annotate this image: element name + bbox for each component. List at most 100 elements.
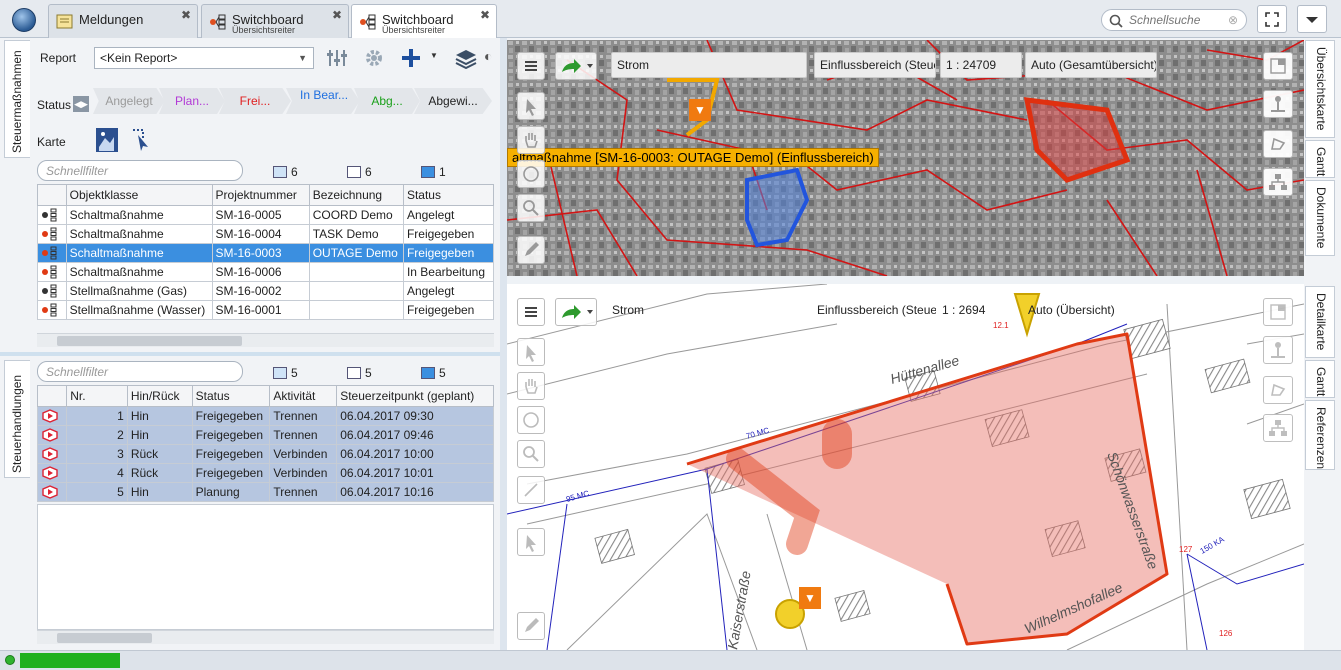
draw-tool-button[interactable] bbox=[517, 612, 545, 640]
table-row[interactable]: Stellmaßnahme (Wasser) SM-16-0001 Freigege… bbox=[37, 300, 495, 320]
column-header[interactable]: Hin/Rück bbox=[126, 385, 193, 407]
side-tab-gantt[interactable]: Gantt bbox=[1305, 360, 1335, 398]
menu-button[interactable] bbox=[517, 52, 545, 80]
column-header[interactable]: Projektnummer bbox=[211, 184, 310, 206]
polygon-button[interactable] bbox=[1263, 376, 1293, 404]
chevron-down-icon[interactable]: ▼ bbox=[430, 51, 438, 60]
polygon-button[interactable] bbox=[1263, 130, 1293, 158]
status-step[interactable]: Frei... bbox=[219, 88, 291, 114]
select-tool-button[interactable] bbox=[517, 92, 545, 120]
detail-map[interactable]: Hüttenallee Schönwasserstraße Wilhelmsho… bbox=[507, 284, 1304, 650]
horizontal-scrollbar[interactable] bbox=[37, 630, 494, 644]
map-frame-button[interactable] bbox=[1263, 52, 1293, 80]
share-button[interactable] bbox=[555, 52, 597, 80]
draw-tool-button[interactable] bbox=[517, 236, 545, 264]
quick-search[interactable]: ⊗ bbox=[1101, 9, 1247, 31]
horizontal-scrollbar[interactable] bbox=[37, 333, 494, 347]
close-icon[interactable]: ✖ bbox=[181, 8, 191, 22]
vtab-steuermassnahmen[interactable]: Steuermaßnahmen bbox=[4, 40, 30, 158]
close-icon[interactable]: ✖ bbox=[480, 8, 490, 22]
vertical-splitter[interactable] bbox=[500, 38, 507, 650]
status-toggle-icon[interactable]: ◀▶ bbox=[73, 96, 89, 112]
table-row[interactable]: Stellmaßnahme (Gas) SM-16-0002 Angelegt bbox=[37, 281, 495, 301]
select-tool-button[interactable] bbox=[517, 338, 545, 366]
status-step[interactable]: Abg... bbox=[354, 88, 420, 114]
status-step[interactable]: Abgewi... bbox=[414, 88, 492, 114]
gear-icon[interactable] bbox=[364, 48, 384, 68]
clear-icon[interactable]: ⊗ bbox=[1228, 13, 1238, 27]
column-header[interactable]: Steuerzeitpunkt (geplant) bbox=[336, 385, 494, 407]
table-row[interactable]: 4 Rück Freigegeben Verbinden 06.04.2017 10:0… bbox=[36, 463, 494, 483]
table-row[interactable]: 5 Hin Planung Trennen 06.04.2017 10:16 bbox=[36, 482, 494, 502]
count-filtered[interactable]: 6 bbox=[347, 165, 372, 179]
scale-field[interactable]: 1 : 24709 bbox=[940, 52, 1022, 78]
rotate-tool-button[interactable] bbox=[517, 406, 545, 434]
status-step[interactable]: Angelegt bbox=[93, 88, 165, 114]
scale-field[interactable]: 1 : 2694 bbox=[937, 298, 1019, 324]
app-logo-icon[interactable] bbox=[12, 8, 36, 32]
map-view-icon[interactable] bbox=[95, 127, 119, 153]
pin-button[interactable] bbox=[1263, 336, 1293, 364]
table-row[interactable]: 1 Hin Freigegeben Trennen 06.04.2017 09:30 bbox=[36, 406, 494, 426]
marker-icon[interactable]: ▼ bbox=[689, 99, 711, 121]
mode-field[interactable]: Einflussbereich (Steue bbox=[814, 52, 936, 78]
more-icon[interactable]: ◐ bbox=[484, 48, 492, 64]
count-filtered[interactable]: 5 bbox=[347, 366, 372, 380]
table-row[interactable]: Schaltmaßnahme SM-16-0005 COORD Demo Angele… bbox=[37, 205, 495, 225]
add-icon[interactable] bbox=[400, 47, 422, 69]
column-header[interactable]: Objektklasse bbox=[65, 184, 213, 206]
side-tab-detail-map[interactable]: Detailkarte bbox=[1305, 286, 1335, 358]
quick-filter-2[interactable]: Schnellfilter bbox=[37, 361, 243, 382]
zoom-field[interactable]: Auto (Übersicht) bbox=[1023, 298, 1155, 324]
zoom-field[interactable]: Auto (Gesamtübersicht) bbox=[1025, 52, 1157, 78]
marker-icon[interactable]: ▼ bbox=[799, 587, 821, 609]
column-header[interactable]: Aktivität bbox=[269, 385, 338, 407]
close-icon[interactable]: ✖ bbox=[332, 8, 342, 22]
menu-button[interactable] bbox=[517, 298, 545, 326]
map-frame-button[interactable] bbox=[1263, 298, 1293, 326]
column-header[interactable]: Bezeichnung bbox=[308, 184, 404, 206]
info-tool-button[interactable] bbox=[517, 528, 545, 556]
side-tab-dokumente[interactable]: Dokumente bbox=[1305, 180, 1335, 256]
column-header[interactable]: Status bbox=[402, 184, 495, 206]
network-button[interactable] bbox=[1263, 168, 1293, 196]
side-tab-gantt[interactable]: Gantt bbox=[1305, 140, 1335, 178]
pin-button[interactable] bbox=[1263, 90, 1293, 118]
side-tab-overview-map[interactable]: Übersichtskarte bbox=[1305, 40, 1335, 138]
count-all[interactable]: 6 bbox=[273, 165, 298, 179]
table-row[interactable]: Schaltmaßnahme SM-16-0004 TASK Demo Freigeg… bbox=[37, 224, 495, 244]
layers-icon[interactable] bbox=[454, 47, 478, 69]
layer-field[interactable]: Strom bbox=[607, 298, 687, 324]
layer-field[interactable]: Strom bbox=[611, 52, 807, 78]
pan-tool-button[interactable] bbox=[517, 126, 545, 154]
measure-tool-button[interactable] bbox=[517, 476, 545, 504]
zoom-tool-button[interactable] bbox=[517, 194, 545, 222]
fullscreen-button[interactable] bbox=[1257, 5, 1287, 33]
overview-map[interactable]: ▼ altmaßnahme [SM-16-0003: OUTAGE Demo] … bbox=[507, 40, 1304, 276]
mode-field[interactable]: Einflussbereich (Steue bbox=[812, 298, 936, 324]
table-row[interactable]: Schaltmaßnahme SM-16-0003 OUTAGE Demo Freig… bbox=[37, 243, 495, 263]
tab-meldungen[interactable]: Meldungen ✖ bbox=[48, 4, 198, 38]
table-row[interactable]: 3 Rück Freigegeben Verbinden 06.04.2017 10:0… bbox=[36, 444, 494, 464]
tab-switchboard-1[interactable]: Switchboard Übersichtsreiter ✖ bbox=[201, 4, 349, 38]
status-step[interactable]: In Bear... bbox=[286, 88, 360, 114]
status-step[interactable]: Plan... bbox=[159, 88, 225, 114]
share-button[interactable] bbox=[555, 298, 597, 326]
tab-switchboard-2[interactable]: Switchboard Übersichtsreiter ✖ bbox=[351, 4, 497, 39]
column-header[interactable]: Status bbox=[191, 385, 271, 407]
vtab-steuerhandlungen[interactable]: Steuerhandlungen bbox=[4, 360, 30, 478]
pan-tool-button[interactable] bbox=[517, 372, 545, 400]
network-button[interactable] bbox=[1263, 414, 1293, 442]
column-header[interactable]: Nr. bbox=[66, 385, 128, 407]
table-row[interactable]: Schaltmaßnahme SM-16-0006 In Bearbeitung bbox=[37, 262, 495, 282]
side-tab-referenzen[interactable]: Referenzen bbox=[1305, 400, 1335, 470]
filter-settings-icon[interactable] bbox=[326, 48, 348, 68]
count-all[interactable]: 5 bbox=[273, 366, 298, 380]
map-select-icon[interactable] bbox=[130, 127, 154, 153]
panel-splitter[interactable] bbox=[0, 352, 500, 356]
table-row[interactable]: 2 Hin Freigegeben Trennen 06.04.2017 09:46 bbox=[36, 425, 494, 445]
count-selected[interactable]: 5 bbox=[421, 366, 446, 380]
zoom-tool-button[interactable] bbox=[517, 440, 545, 468]
map-splitter[interactable] bbox=[507, 276, 1304, 284]
count-selected[interactable]: 1 bbox=[421, 165, 446, 179]
